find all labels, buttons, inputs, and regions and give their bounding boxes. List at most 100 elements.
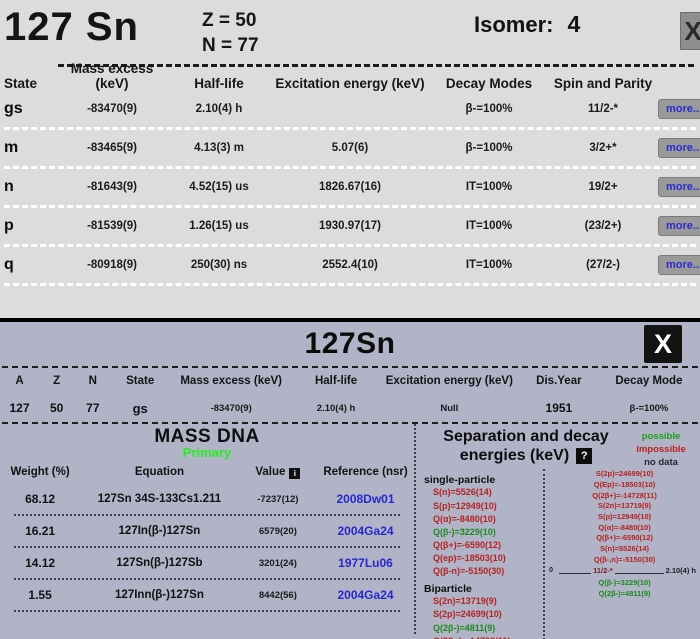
energy-value: Q(2β-)=4811(9) [598, 588, 651, 598]
energy-value: S(n)=5526(14) [600, 543, 650, 553]
cell-state: gs [4, 100, 23, 117]
energy-value: S(2n)=13719(9) [597, 501, 652, 511]
cell-actions: more... [658, 216, 700, 236]
energies-level-chart: S(2p)=24699(10) Q(Ep)=-18503(10) Q(2β+)=-1… [543, 469, 700, 639]
cell-actions: more... [658, 138, 700, 158]
mass-dna-section: MASS DNA Primary Weight (%) Equation Val… [0, 424, 414, 634]
cell-state: n [4, 178, 14, 195]
app-root: 127 Sn Z = 50 N = 77 Isomer: 4 X State Ma… [0, 0, 700, 639]
row-divider [4, 283, 696, 286]
more-button[interactable]: more... [658, 255, 700, 275]
cell-weight: 1.55 [28, 588, 52, 602]
mass-dna-row-divider [14, 610, 400, 612]
table-row: m -83465(9) 4.13(3) m 5.07(6) β-=100% 3/2+* mo… [0, 130, 700, 166]
energies-title-line2: energies (keV) [459, 446, 570, 464]
cell-value: -7237(12) [257, 493, 299, 505]
col-mass-excess: Mass excess (keV) [180, 375, 282, 387]
energy-value: Q(β-,n)=-5150(30) [593, 554, 656, 564]
cell-state: q [4, 256, 14, 273]
chart-ground-axis: 0 11/2-* 2.10(4) h [549, 566, 700, 578]
cell-equation: 127In(β-)127Sn [118, 525, 201, 537]
proton-neutron-block: Z = 50 N = 77 [202, 8, 259, 58]
mass-dna-row: 14.12 127Sn(β-)127Sb 3201(24) 1977Lu06 [0, 548, 414, 578]
summary-table-row: 127 50 77 gs -83470(9) 2.10(4) h Null 19… [0, 394, 700, 422]
detail-title: 127Sn [304, 327, 396, 360]
cell-excitation: Null [440, 402, 459, 414]
more-button[interactable]: more... [658, 216, 700, 236]
top-panel-header: 127 Sn Z = 50 N = 77 Isomer: 4 X [0, 0, 700, 64]
cell-decay-mode: β-=100% [629, 402, 669, 414]
col-excitation: Excitation energy (keV) [275, 76, 425, 91]
energies-header: Separation and decay energies (keV)? pos… [416, 424, 700, 469]
cell-state: p [4, 217, 14, 234]
cell-decay-modes: β-=100% [465, 142, 513, 154]
mass-dna-row: 68.12 127Sn 34S-133Cs1.211 -7237(12) 2008Dw… [0, 484, 414, 514]
separation-energies-section: Separation and decay energies (keV)? pos… [414, 424, 700, 639]
cell-actions: more... [658, 255, 700, 275]
legend-impossible: impossible [636, 443, 686, 455]
table-row: p -81539(9) 1.26(15) us 1930.97(17) IT=100% (… [0, 208, 700, 244]
more-button[interactable]: more... [658, 138, 700, 158]
cell-actions: more... [658, 99, 700, 119]
col-state: State [4, 76, 38, 91]
energy-value: Q(α)=-8480(10) [598, 522, 651, 532]
energy-value: Q(β-n)=-5150(30) [433, 566, 505, 577]
cell-reference[interactable]: 2008Dw01 [317, 492, 414, 506]
energies-title: Separation and decay energies (keV)? [424, 428, 628, 469]
close-top-button[interactable]: X [680, 12, 700, 50]
cell-half-life: 2.10(4) h [195, 103, 243, 115]
mass-dna-row: 1.55 127Inn(β-)127Sn 8442(56) 2004Ga24 [0, 580, 414, 610]
energy-value: Q(2β-)=4811(9) [433, 622, 496, 633]
col-weight: Weight (%) [10, 466, 70, 478]
energy-value: Q(2β+)=-14728(11) [592, 490, 657, 500]
cell-reference[interactable]: 2004Ga24 [317, 524, 414, 538]
cell-half-life: 4.13(3) m [194, 142, 244, 154]
cell-mass-excess: -81539(9) [87, 220, 137, 232]
cell-weight: 16.21 [25, 524, 56, 538]
close-detail-button[interactable]: X [644, 325, 682, 363]
mass-dna-subtitle: Primary [182, 445, 232, 460]
chart-levels-above: S(2p)=24699(10) Q(Ep)=-18503(10) Q(2β+)=-1… [549, 469, 700, 565]
biparticle-label: Biparticle [424, 583, 472, 596]
more-button[interactable]: more... [658, 177, 700, 197]
cell-n: 77 [86, 401, 100, 415]
energy-value: S(p)=12949(10) [433, 500, 497, 511]
col-decay-mode: Decay Mode [615, 375, 683, 387]
cell-half-life: 4.52(15) us [189, 181, 249, 193]
col-reference: Reference (nsr) [323, 466, 408, 478]
cell-reference[interactable]: 2004Ga24 [317, 588, 414, 602]
col-n: N [88, 375, 97, 387]
col-half-life: Half-life [194, 76, 244, 91]
cell-value: 8442(56) [258, 589, 297, 601]
cell-actions: more... [658, 177, 700, 197]
legend-possible: possible [641, 431, 681, 442]
isomer-block: Isomer: 4 [474, 11, 580, 38]
cell-value: 3201(24) [258, 557, 297, 569]
energy-value: S(n)=5526(14) [433, 487, 492, 498]
cell-excitation: 1826.67(16) [318, 181, 382, 193]
z-label: Z = 50 [202, 10, 257, 31]
cell-spin-parity: (23/2+) [584, 220, 622, 232]
value-info-icon[interactable]: i [289, 467, 301, 479]
col-excitation: Excitation energy (keV) [385, 375, 513, 387]
col-spin-parity: Spin and Parity [553, 76, 653, 91]
energy-value: Q(β-)=3229(10) [433, 526, 496, 537]
cell-state: m [4, 139, 19, 156]
cell-excitation: 2552.4(10) [322, 259, 378, 271]
col-discovery-year: Dis.Year [536, 375, 582, 387]
cell-reference[interactable]: 1977Lu06 [317, 556, 414, 570]
axis-zero-label: 0 [549, 567, 553, 575]
table-row: gs -83470(9) 2.10(4) h β-=100% 11/2-* more... [0, 91, 700, 127]
energies-help-icon[interactable]: ? [576, 447, 593, 464]
cell-mass-excess: -83465(9) [87, 142, 137, 154]
cell-mass-excess: -80918(9) [87, 259, 137, 271]
biparticle-list: S(2n)=13719(9) S(2p)=24699(10) Q(2β-)=4811… [424, 595, 549, 639]
col-mass-excess: Mass excess (keV) [70, 61, 154, 91]
table-row: n -81643(9) 4.52(15) us 1826.67(16) IT=100% 1… [0, 169, 700, 205]
more-button[interactable]: more... [658, 99, 700, 119]
energy-value: Q(β+)=-6590(12) [433, 539, 502, 550]
cell-equation: 127Inn(β-)127Sn [115, 589, 204, 601]
isomer-count: 4 [567, 11, 581, 37]
cell-half-life: 250(30) ns [190, 259, 248, 271]
legend-no-data: no data [644, 456, 678, 468]
